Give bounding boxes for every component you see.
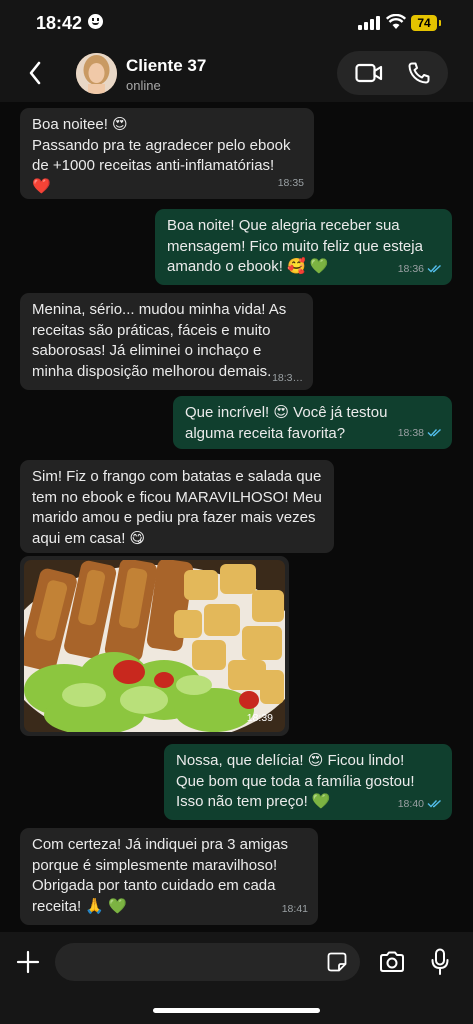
message-text: Menina, sério... mudou minha vida! As re…	[32, 301, 291, 380]
status-time: 18:42	[36, 13, 83, 33]
plus-icon[interactable]	[16, 950, 40, 974]
call-actions	[337, 51, 448, 95]
video-call-icon[interactable]	[355, 63, 383, 83]
message-incoming[interactable]: Boa noitee! 😍 Passando pra te agradecer …	[20, 108, 314, 199]
message-time: 18:40	[397, 797, 424, 810]
home-indicator	[153, 1008, 320, 1013]
sticker-icon[interactable]	[327, 952, 347, 972]
contact-name[interactable]: Cliente 37	[126, 56, 206, 76]
battery-indicator: 74	[411, 15, 441, 31]
avatar[interactable]	[76, 53, 117, 94]
cellular-signal-icon	[358, 16, 380, 30]
message-time: 18:3…	[272, 371, 303, 384]
focus-mode-icon	[88, 14, 103, 29]
message-time: 18:35	[277, 176, 304, 189]
message-text: Sim! Fiz o frango com batatas e salada q…	[32, 468, 327, 547]
double-check-icon	[427, 429, 441, 437]
wifi-icon	[386, 14, 406, 29]
chevron-left-icon[interactable]	[28, 60, 42, 86]
message-outgoing[interactable]: Nossa, que delícia! 😍 Ficou lindo! Que b…	[164, 744, 452, 820]
message-time: 18:36	[397, 262, 424, 275]
message-input[interactable]	[55, 943, 360, 981]
message-outgoing[interactable]: Que incrível! 😍 Você já testou alguma re…	[173, 396, 452, 449]
chat-header: Cliente 37 online	[0, 48, 473, 102]
food-photo[interactable]: 18:39	[24, 560, 285, 732]
message-list[interactable]: Boa noitee! 😍 Passando pra te agradecer …	[0, 102, 473, 932]
double-check-icon	[427, 800, 441, 808]
message-outgoing[interactable]: Boa noite! Que alegria receber sua mensa…	[155, 209, 452, 285]
message-text: Com certeza! Já indiquei pra 3 amigas po…	[32, 836, 293, 915]
message-time: 18:38	[397, 426, 424, 439]
message-time: 18:39	[246, 712, 273, 724]
compose-bar	[0, 932, 473, 1024]
message-text: Boa noitee! 😍 Passando pra te agradecer …	[32, 116, 291, 195]
microphone-icon[interactable]	[430, 948, 450, 976]
camera-icon[interactable]	[379, 951, 405, 973]
message-incoming[interactable]: Com certeza! Já indiquei pra 3 amigas po…	[20, 828, 318, 925]
message-time: 18:41	[281, 902, 308, 915]
contact-status: online	[126, 78, 161, 93]
message-incoming[interactable]: Sim! Fiz o frango com batatas e salada q…	[20, 460, 334, 553]
message-photo[interactable]: 18:39	[20, 556, 289, 736]
status-bar: 18:42 74	[0, 0, 473, 48]
phone-icon[interactable]	[407, 61, 431, 85]
message-incoming[interactable]: Menina, sério... mudou minha vida! As re…	[20, 293, 313, 390]
double-check-icon	[427, 265, 441, 273]
